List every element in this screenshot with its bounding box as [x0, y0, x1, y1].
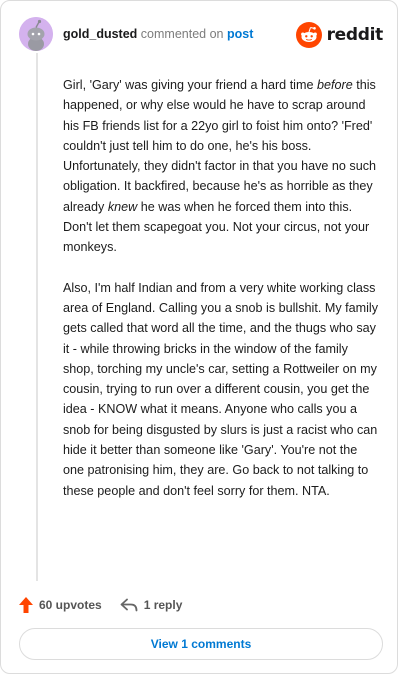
reply-button[interactable]: 1 reply [120, 598, 183, 612]
upvote-count: 60 upvotes [39, 598, 102, 612]
avatar[interactable] [19, 17, 53, 51]
reddit-wordmark: reddit [326, 25, 384, 45]
comment-body: Girl, 'Gary' was giving your friend a ha… [63, 75, 381, 521]
reddit-logo[interactable]: reddit [295, 22, 384, 48]
reply-arrow-icon [120, 598, 138, 612]
paragraph-1-emphasis-before: before [316, 78, 353, 92]
reply-count: 1 reply [143, 598, 183, 612]
paragraph-1-text-cont: this happened, or why else would he have… [63, 78, 377, 214]
comment-actions: 60 upvotes 1 reply [19, 595, 200, 615]
paragraph-1-text: Girl, 'Gary' was giving your friend a ha… [63, 78, 317, 92]
comment-card: gold_dusted commented on post reddit Gir… [0, 0, 398, 674]
commented-text: commented on [140, 27, 224, 41]
view-comments-button[interactable]: View 1 comments [19, 628, 383, 660]
reddit-snoo-icon [295, 22, 322, 48]
paragraph-1-emphasis-knew: knew [107, 199, 138, 214]
post-link[interactable]: post [227, 27, 253, 41]
comment-paragraph-2: Also, I'm half Indian and from a very wh… [63, 280, 379, 498]
snoo-avatar-icon [19, 17, 53, 51]
comment-meta: gold_dusted commented on post [63, 27, 253, 41]
upvote-button[interactable]: 60 upvotes [19, 597, 102, 613]
username-link[interactable]: gold_dusted [63, 27, 137, 41]
upvote-arrow-icon [19, 597, 33, 613]
comment-header: gold_dusted commented on post reddit [19, 17, 385, 53]
comment-paragraph-1: Girl, 'Gary' was giving your friend a ha… [63, 75, 381, 258]
thread-line[interactable] [36, 53, 38, 581]
